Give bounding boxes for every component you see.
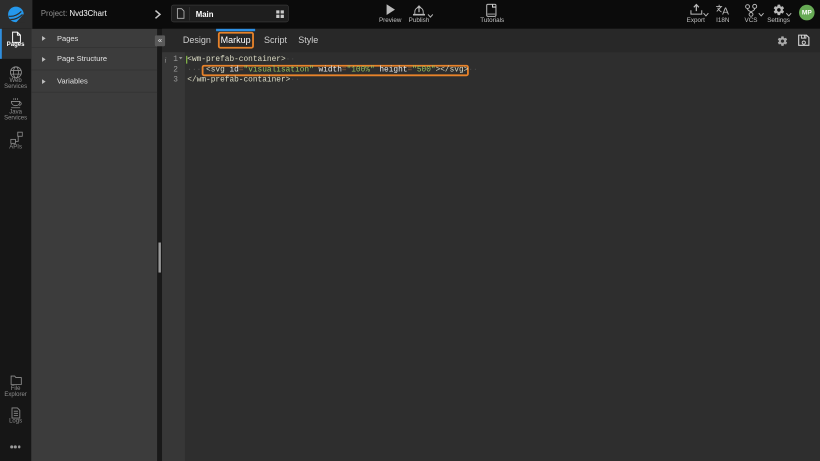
svg-text:A: A xyxy=(722,6,729,15)
